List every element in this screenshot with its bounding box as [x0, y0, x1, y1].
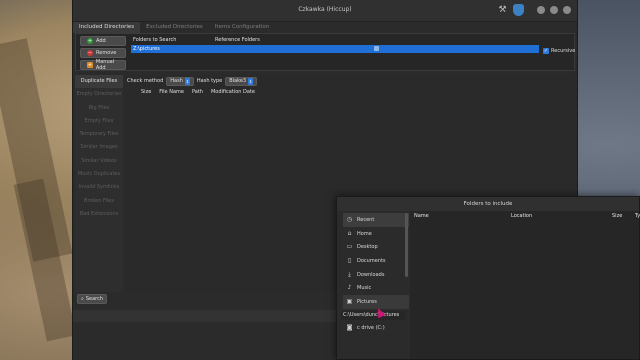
maximize-icon[interactable]	[550, 6, 558, 14]
column-size[interactable]: Size	[141, 89, 151, 95]
place-music[interactable]: ♪ Music	[343, 281, 409, 295]
dialog-title: Folders to include	[337, 197, 639, 211]
hash-type-select[interactable]: Blake3 ⇕	[225, 76, 258, 86]
recursive-checkbox[interactable]: ✓	[543, 48, 549, 54]
tab-excluded-directories[interactable]: Excluded Directories	[140, 22, 209, 33]
tool-empty-directories[interactable]: Empty Directories	[75, 88, 123, 101]
place-recent[interactable]: ◷ Recent	[343, 213, 409, 227]
tool-bad-extensions[interactable]: Bad Extensions	[75, 208, 123, 221]
tool-similar-images[interactable]: Similar Images	[75, 141, 123, 154]
place-label: Music	[357, 285, 372, 292]
tool-duplicate-files[interactable]: Duplicate Files	[75, 75, 123, 89]
search-icon: ⌕	[81, 296, 84, 302]
recursive-toggle[interactable]: ✓ Recursive	[543, 48, 575, 54]
search-button[interactable]: ⌕ Search	[77, 294, 107, 304]
place-label: Home	[357, 230, 372, 237]
column-size[interactable]: Size	[612, 213, 622, 219]
check-method-value: Hash	[170, 78, 183, 84]
place-c-drive[interactable]: ◙ c drive (C:)	[343, 321, 409, 335]
place-label: Recent	[357, 216, 375, 223]
place-documents[interactable]: ▯ Documents	[343, 254, 409, 268]
minus-icon: −	[87, 50, 93, 56]
tool-invalid-symlinks[interactable]: Invalid Symlinks	[75, 181, 123, 194]
reference-checkbox[interactable]	[374, 46, 379, 51]
column-file-name[interactable]: File Name	[159, 89, 184, 95]
place-label: Desktop	[357, 244, 378, 251]
chevron-updown-icon: ⇕	[184, 77, 190, 85]
place-desktop[interactable]: ▭ Desktop	[343, 240, 409, 254]
check-method-select[interactable]: Hash ⇕	[166, 76, 194, 86]
column-folders-to-search[interactable]: Folders to Search	[131, 37, 215, 43]
places-scrollbar[interactable]	[405, 213, 408, 277]
hash-type-value: Blake3	[229, 78, 247, 84]
hash-type-label: Hash type	[196, 78, 223, 84]
picture-icon: ▣	[346, 297, 353, 305]
add-label: Add	[96, 38, 106, 44]
recursive-label: Recursive	[551, 48, 576, 54]
tab-items-configuration[interactable]: Items Configuration	[209, 22, 275, 33]
add-button[interactable]: + Add	[80, 36, 126, 46]
column-reference-folders[interactable]: Reference Folders	[215, 37, 260, 43]
edit-icon: +	[87, 62, 93, 68]
column-location[interactable]: Location	[511, 213, 532, 219]
tool-similar-videos[interactable]: Similar Videos	[75, 155, 123, 168]
file-list: Name Location Size Ty	[410, 211, 640, 359]
tool-big-files[interactable]: Big Files	[75, 102, 123, 115]
shield-icon[interactable]	[513, 4, 524, 16]
remove-button[interactable]: − Remove	[80, 48, 126, 58]
column-name[interactable]: Name	[414, 213, 429, 219]
title-bar: Czkawka (Hiccup) ⚒	[73, 0, 577, 22]
manual-add-label: Manual Add	[95, 59, 115, 71]
close-icon[interactable]	[563, 6, 571, 14]
included-directories-panel: + Add − Remove + Manual Add Folders to S…	[75, 33, 575, 71]
column-path[interactable]: Path	[192, 89, 203, 95]
check-method-label: Check method	[127, 78, 164, 84]
place-home[interactable]: ⌂ Home	[343, 227, 409, 241]
directory-tabs: Included Directories Excluded Directorie…	[73, 22, 275, 33]
places-sidebar: ◷ Recent ⌂ Home ▭ Desktop ▯ Documents ⤓ …	[343, 213, 409, 309]
place-pictures[interactable]: ▣ Pictures	[343, 295, 409, 309]
place-label: Downloads	[357, 271, 385, 278]
column-modification-date[interactable]: Modification Date	[211, 89, 255, 95]
tool-music-duplicates[interactable]: Music Duplicates	[75, 168, 123, 181]
place-label: Documents	[357, 257, 386, 264]
results-header: Size File Name Path Modification Date	[125, 87, 575, 96]
home-icon: ⌂	[347, 229, 352, 237]
options-bar: Check method Hash ⇕ Hash type Blake3 ⇕	[125, 75, 575, 87]
tool-empty-files[interactable]: Empty Files	[75, 115, 123, 128]
tool-broken-files[interactable]: Broken Files	[75, 195, 123, 208]
manual-add-button[interactable]: + Manual Add	[80, 59, 126, 71]
place-label: c drive (C:)	[357, 324, 385, 331]
clock-icon: ◷	[346, 215, 353, 223]
minimize-icon[interactable]	[537, 6, 545, 14]
search-label: Search	[85, 296, 103, 302]
tab-included-directories[interactable]: Included Directories	[73, 22, 141, 33]
directory-row[interactable]: Z:\pictures	[131, 45, 539, 53]
column-type[interactable]: Ty	[635, 213, 640, 219]
download-icon: ⤓	[348, 270, 351, 278]
chevron-updown-icon: ⇕	[248, 77, 254, 85]
path-field[interactable]: C:\Users\dunc\Pictures	[341, 311, 405, 320]
tool-temporary-files[interactable]: Temporary Files	[75, 128, 123, 141]
file-list-header: Name Location Size Ty	[410, 211, 640, 221]
folder-icon: ▭	[346, 243, 353, 251]
plus-icon: +	[87, 38, 93, 44]
tool-list: Duplicate Files Empty Directories Big Fi…	[75, 75, 123, 292]
place-downloads[interactable]: ⤓ Downloads	[343, 268, 409, 282]
folders-dialog: Folders to include ◷ Recent ⌂ Home ▭ Des…	[336, 196, 640, 360]
tools-icon[interactable]: ⚒	[497, 5, 508, 16]
music-icon: ♪	[347, 284, 352, 292]
directories-table: Folders to Search Reference Folders Z:\p…	[131, 35, 539, 53]
directory-path: Z:\pictures	[133, 46, 160, 52]
drive-icon: ◙	[346, 323, 353, 331]
place-label: Pictures	[357, 298, 377, 305]
remove-label: Remove	[96, 50, 117, 56]
document-icon: ▯	[347, 256, 352, 264]
